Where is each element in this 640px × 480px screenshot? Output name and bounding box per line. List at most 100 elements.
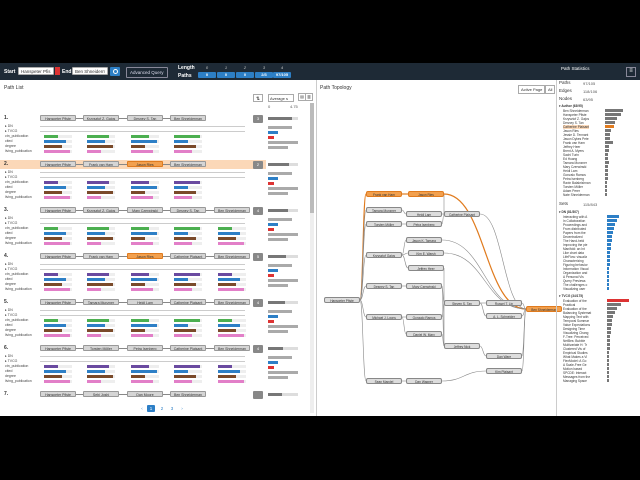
path-node[interactable]: Hanspeter Pfiste: [40, 161, 76, 167]
topology-node[interactable]: Mary Czerwinski: [406, 283, 442, 289]
topology-node[interactable]: Krzysztof Gajos: [366, 252, 402, 258]
set-label[interactable]: ▸ DN: [5, 216, 13, 220]
topology-node[interactable]: A. L. Schneider: [486, 313, 522, 319]
path-count-0[interactable]: 0: [198, 72, 216, 78]
path-node[interactable]: Hanspeter Pfiste: [40, 391, 76, 397]
path-node[interactable]: Hanspeter Pfiste: [40, 345, 76, 351]
topology-node[interactable]: Petra Isenberg: [406, 221, 442, 227]
path-node[interactable]: Sebi Joshi: [83, 391, 119, 397]
path-node[interactable]: Desney S. Tan: [127, 115, 163, 121]
path-edge: [119, 302, 127, 303]
path-node[interactable]: Ben Shneiderman: [170, 391, 206, 397]
topology-node[interactable]: Daniel W. Marx: [406, 331, 442, 337]
path-node[interactable]: Catherine Plaisant: [170, 253, 206, 259]
author-bar: [605, 173, 608, 176]
path-count-1[interactable]: 0: [217, 72, 235, 78]
path-node[interactable]: Hanspeter Pfiste: [40, 253, 76, 259]
path-node[interactable]: Ben Shneiderman: [214, 345, 250, 351]
start-input[interactable]: [18, 67, 54, 75]
path-node[interactable]: Frank van Ham: [83, 253, 119, 259]
advanced-query-button[interactable]: Advanced Query: [126, 67, 168, 78]
topology-node[interactable]: Frank van Ham: [366, 191, 402, 197]
path-node[interactable]: Heidi Lam: [127, 299, 163, 305]
rank-select[interactable]: Average s: [268, 94, 294, 102]
page-button[interactable]: 3: [168, 405, 176, 412]
path-node[interactable]: Petra Isenberg: [127, 345, 163, 351]
end-input[interactable]: [72, 67, 108, 75]
set-label[interactable]: ▸ DN: [5, 124, 13, 128]
path-list-scrollbar[interactable]: [310, 103, 314, 413]
path-node[interactable]: Ben Shneiderman: [170, 161, 206, 167]
page-button[interactable]: ›: [178, 405, 186, 412]
path-node[interactable]: Hanspeter Pfiste: [40, 299, 76, 305]
path-node[interactable]: Krzysztof Z. Gajos: [83, 207, 119, 213]
topology-node[interactable]: Heidi Lam: [406, 211, 442, 217]
topology-node[interactable]: Russel T. Lin: [486, 300, 522, 306]
author-section-toggle[interactable]: ▾ Author (63/95): [559, 104, 583, 108]
topology-node[interactable]: Gonzalo Ramos: [406, 314, 442, 320]
page-button[interactable]: 1: [147, 405, 155, 412]
tvcg-item[interactable]: Managing Space: [563, 379, 587, 383]
path-count-2[interactable]: 0: [236, 72, 254, 78]
topology-node[interactable]: Kim Plaisant: [486, 368, 522, 374]
set-score-bar: [268, 238, 288, 241]
set-label[interactable]: ▸ TVCG: [5, 359, 17, 363]
path-node[interactable]: Desney S. Tan: [170, 207, 206, 213]
set-label[interactable]: ▸ DN: [5, 308, 13, 312]
topology-node[interactable]: Torsten Möller: [366, 221, 402, 227]
menu-icon[interactable]: ≡: [626, 67, 636, 77]
path-node[interactable]: Tamara Munzner: [83, 299, 119, 305]
set-label[interactable]: ▸ TVCG: [5, 313, 17, 317]
path-node[interactable]: Mary Czerwinski: [127, 207, 163, 213]
path-node[interactable]: Hanspeter Pfiste: [40, 207, 76, 213]
topology-node[interactable]: Jeffrey Nick: [444, 343, 480, 349]
path-count-4[interactable]: 97/105: [273, 72, 291, 78]
path-node[interactable]: Torsten Möller: [83, 345, 119, 351]
path-node[interactable]: Hanspeter Pfiste: [40, 115, 76, 121]
set-label[interactable]: ▸ TVCG: [5, 221, 17, 225]
set-label[interactable]: ▸ DN: [5, 354, 13, 358]
topology-node[interactable]: Hanspeter Pfiste: [324, 297, 360, 303]
tvcg-section-toggle[interactable]: ▾ TVCG (34/175): [559, 294, 583, 298]
topology-node[interactable]: Kim E. Warsh: [408, 250, 444, 256]
path-node[interactable]: Ben Shneiderman: [214, 299, 250, 305]
path-node[interactable]: Jason Ries: [127, 161, 163, 167]
page-button[interactable]: ‹: [138, 405, 146, 412]
topology-node[interactable]: Dan Wagner: [406, 378, 442, 384]
path-count-3[interactable]: 2/3: [255, 72, 273, 78]
dn-section-toggle[interactable]: ▾ DN (81/307): [559, 210, 579, 214]
topology-node[interactable]: Dan Ware: [486, 353, 522, 359]
page-button[interactable]: 2: [158, 405, 166, 412]
path-node[interactable]: Ben Shneiderman: [214, 253, 250, 259]
path-node[interactable]: Ben Shneiderman: [170, 115, 206, 121]
path-node[interactable]: Krzysztof Z. Gajos: [83, 115, 119, 121]
topology-node[interactable]: Steven S. Tan: [444, 300, 480, 306]
set-label[interactable]: ▸ DN: [5, 170, 13, 174]
swap-icon[interactable]: [55, 67, 60, 75]
set-label[interactable]: ▸ TVCG: [5, 129, 17, 133]
set-label[interactable]: ▸ DN: [5, 262, 13, 266]
topology-node[interactable]: Sean Mandel: [366, 378, 402, 384]
path-node[interactable]: Jason Ries: [127, 253, 163, 259]
author-item[interactable]: Nate Shneiderman: [563, 193, 590, 197]
topology-node[interactable]: Jason Ries: [408, 191, 444, 197]
path-node[interactable]: Ben Shneiderman: [214, 207, 250, 213]
topology-node[interactable]: Jason K. Tamara: [406, 237, 442, 243]
list-options-icon-2[interactable]: ▥: [305, 93, 313, 101]
search-icon[interactable]: [110, 67, 120, 76]
topology-node[interactable]: Jeffrey Heer: [408, 265, 444, 271]
set-label[interactable]: ▸ TVCG: [5, 175, 17, 179]
attribute-bar-bg: [200, 365, 202, 368]
set-label[interactable]: ▸ TVCG: [5, 267, 17, 271]
path-node[interactable]: Catherine Plaisant: [170, 345, 206, 351]
attribute-bar-bg: [105, 324, 115, 327]
topology-node[interactable]: Tamara Munzner: [366, 207, 402, 213]
path-node[interactable]: Dan Moore: [127, 391, 163, 397]
sort-icon[interactable]: ⇅: [253, 94, 263, 102]
topology-node[interactable]: Catherine Plaisant: [444, 211, 480, 217]
path-node[interactable]: Frank van Ham: [83, 161, 119, 167]
dn-item[interactable]: Visualizing user: [563, 287, 585, 291]
topology-node[interactable]: Desney S. Tan: [366, 283, 402, 289]
path-node[interactable]: Catherine Plaisant: [170, 299, 206, 305]
topology-node[interactable]: Michael J. Lyons: [366, 314, 402, 320]
